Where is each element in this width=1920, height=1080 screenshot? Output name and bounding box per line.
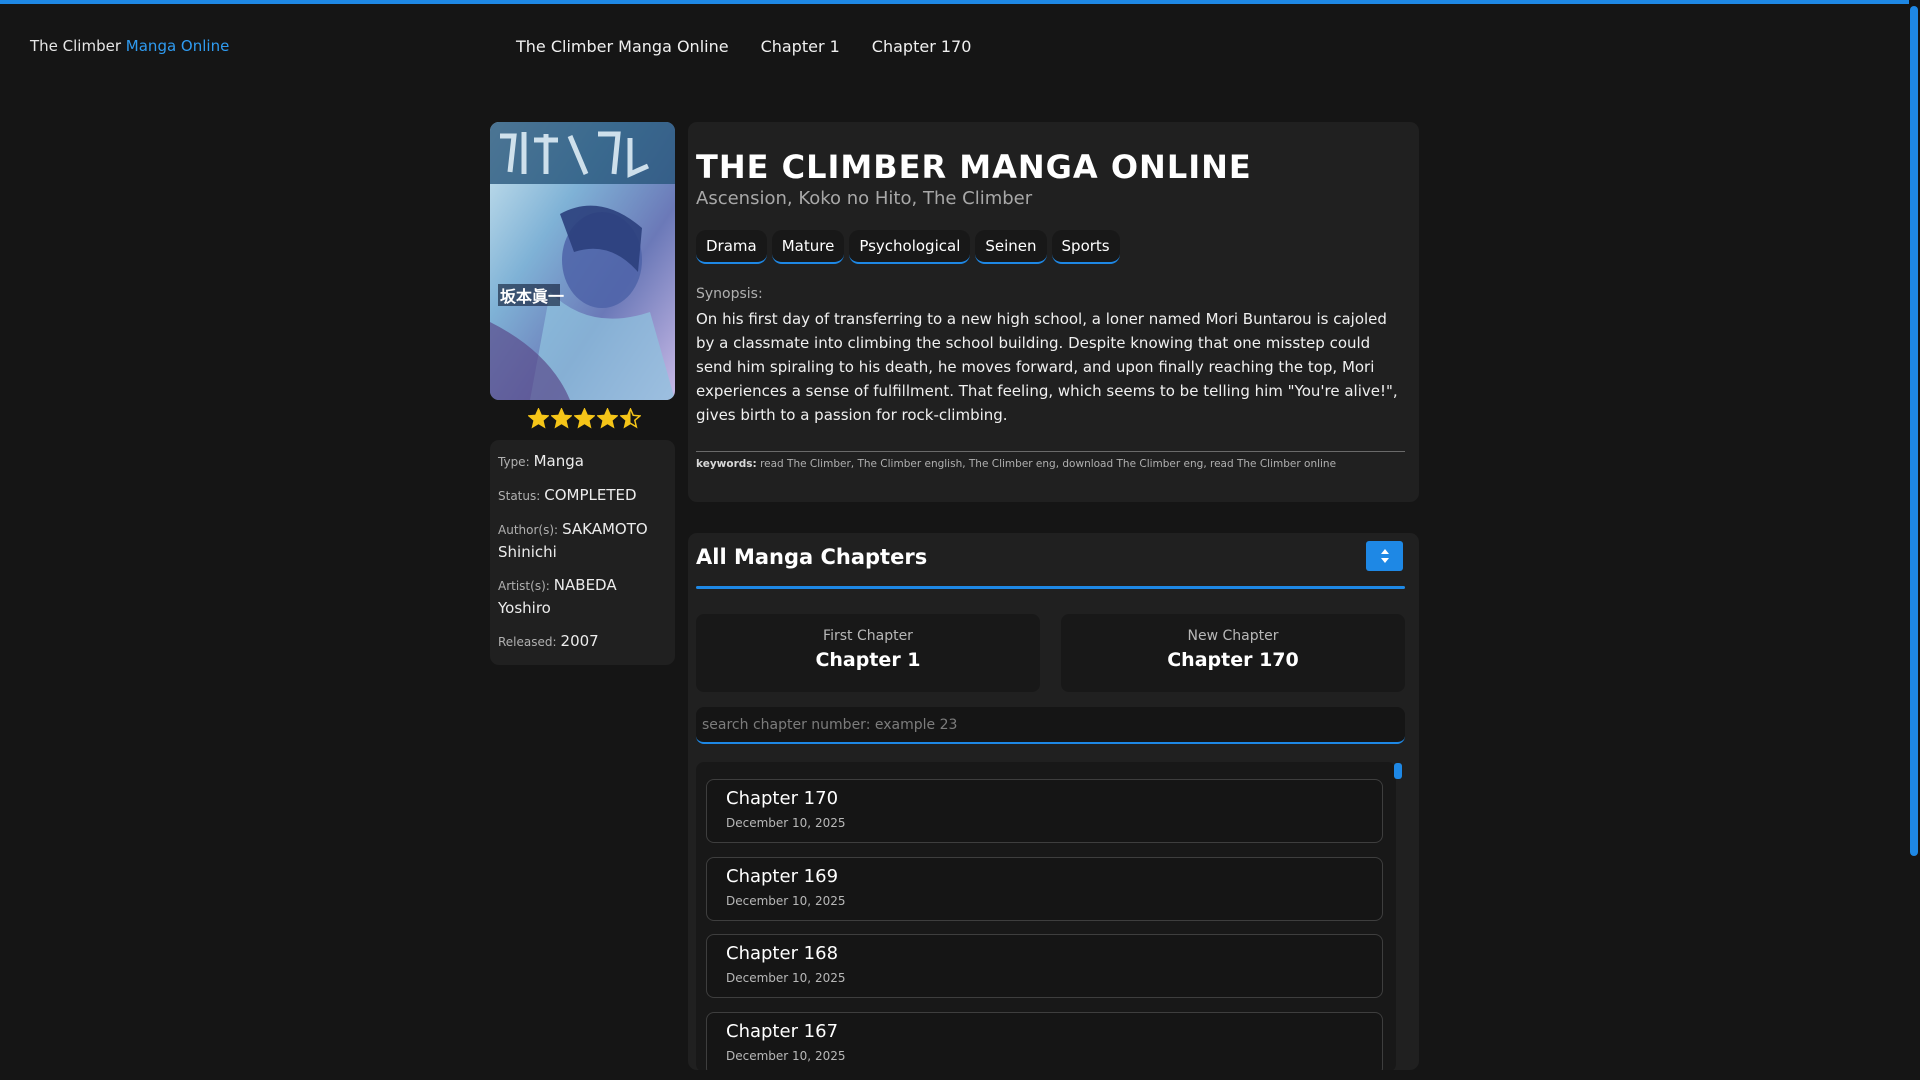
page-scrollbar-thumb[interactable] [1910, 6, 1918, 856]
nav-link-chapter-1[interactable]: Chapter 1 [761, 37, 840, 56]
chapter-date: December 10, 2025 [726, 894, 846, 908]
chapter-date: December 10, 2025 [726, 816, 846, 830]
genre-tag-sports[interactable]: Sports [1051, 230, 1120, 264]
new-chapter-value: Chapter 170 [1167, 649, 1299, 671]
chapter-name: Chapter 170 [726, 788, 839, 809]
chapter-name: Chapter 169 [726, 866, 839, 887]
chapter-list-item[interactable]: Chapter 169 December 10, 2025 [706, 857, 1383, 921]
genre-list: Drama Mature Psychological Seinen Sports [696, 230, 1120, 264]
star-half-icon [620, 408, 641, 429]
chapters-heading: All Manga Chapters [696, 545, 928, 569]
info-released-label: Released: [498, 635, 557, 649]
info-status-label: Status: [498, 489, 541, 503]
manga-detail-panel: THE CLIMBER MANGA ONLINE Ascension, Koko… [688, 122, 1419, 502]
manga-title: THE CLIMBER MANGA ONLINE [696, 148, 1252, 186]
chapter-name: Chapter 167 [726, 1021, 839, 1042]
info-author: Author(s): SAKAMOTO Shinichi [498, 518, 667, 563]
manga-info-panel: Type: Manga Status: COMPLETED Author(s): SA… [490, 440, 675, 665]
genre-tag-mature[interactable]: Mature [771, 230, 845, 264]
cover-image: 坂本眞一 [490, 122, 675, 400]
info-author-label: Author(s): [498, 523, 559, 537]
synopsis-text: On his first day of transferring to a ne… [696, 310, 1398, 424]
chapter-list-scrollbar[interactable] [1394, 763, 1402, 779]
star-icon [597, 408, 618, 429]
info-type-label: Type: [498, 455, 530, 469]
info-released: Released: 2007 [498, 630, 667, 653]
rating-stars [528, 408, 641, 429]
info-released-value: 2007 [560, 632, 599, 650]
genre-tag-drama[interactable]: Drama [696, 230, 767, 264]
chapters-panel: All Manga Chapters First Chapter Chapter… [688, 533, 1419, 1070]
brand-prefix: The Climber [30, 37, 122, 55]
sort-icon [1380, 549, 1389, 563]
info-artist: Artist(s): NABEDA Yoshiro [498, 574, 667, 619]
chapter-date: December 10, 2025 [726, 1049, 846, 1063]
nav-link-chapter-170[interactable]: Chapter 170 [872, 37, 972, 56]
star-icon [551, 408, 572, 429]
genre-tag-psychological[interactable]: Psychological [849, 230, 971, 264]
chapter-date: December 10, 2025 [726, 971, 846, 985]
first-chapter-button[interactable]: First Chapter Chapter 1 [696, 614, 1040, 692]
top-navigation: The Climber Manga Online Chapter 1 Chapt… [516, 37, 971, 56]
star-icon [574, 408, 595, 429]
new-chapter-button[interactable]: New Chapter Chapter 170 [1061, 614, 1405, 692]
star-icon [528, 408, 549, 429]
cover-author-text: 坂本眞一 [500, 287, 564, 306]
chapter-list-item[interactable]: Chapter 168 December 10, 2025 [706, 934, 1383, 998]
chapter-list: Chapter 170 December 10, 2025 Chapter 16… [696, 762, 1396, 1070]
chapters-heading-underline [696, 586, 1405, 589]
keywords-label: keywords: [696, 458, 757, 470]
synopsis-label: Synopsis: [696, 286, 763, 302]
site-logo[interactable]: The Climber Manga Online [30, 37, 229, 55]
info-status-value: COMPLETED [544, 486, 637, 504]
page-scrollbar[interactable] [1909, 0, 1920, 1080]
top-accent-bar [0, 0, 1920, 4]
info-artist-label: Artist(s): [498, 579, 550, 593]
info-status: Status: COMPLETED [498, 484, 667, 507]
chapter-list-item[interactable]: Chapter 170 December 10, 2025 [706, 779, 1383, 843]
alternative-titles: Ascension, Koko no Hito, The Climber [696, 188, 1033, 209]
keywords: keywords: read The Climber, The Climber … [696, 458, 1408, 470]
brand-highlight: Manga Online [125, 37, 230, 55]
first-chapter-value: Chapter 1 [815, 649, 921, 671]
keywords-text: read The Climber, The Climber english, T… [760, 458, 1337, 470]
info-type: Type: Manga [498, 450, 667, 473]
new-chapter-label: New Chapter [1187, 628, 1279, 644]
chapter-search-input[interactable] [696, 707, 1405, 744]
chapter-list-item[interactable]: Chapter 167 December 10, 2025 [706, 1012, 1383, 1070]
chapter-name: Chapter 168 [726, 943, 839, 964]
nav-link-manga[interactable]: The Climber Manga Online [516, 37, 729, 56]
sort-button[interactable] [1366, 541, 1403, 571]
genre-tag-seinen[interactable]: Seinen [975, 230, 1047, 264]
info-type-value: Manga [533, 452, 584, 470]
first-chapter-label: First Chapter [823, 628, 913, 644]
divider [696, 451, 1405, 452]
